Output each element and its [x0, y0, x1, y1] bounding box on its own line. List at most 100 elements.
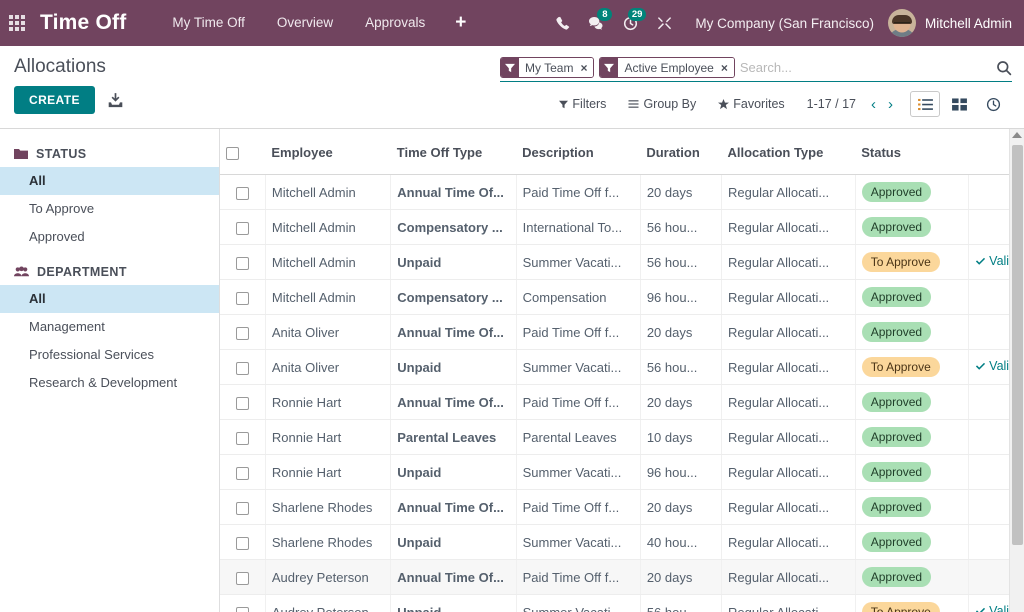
cell-employee: Ronnie Hart	[265, 420, 390, 455]
messages-badge: 8	[597, 8, 612, 21]
column-header-description[interactable]: Description	[516, 129, 640, 175]
cell-employee: Ronnie Hart	[265, 455, 390, 490]
apps-grid-icon[interactable]	[0, 0, 34, 46]
filters-dropdown[interactable]: Filters	[559, 97, 606, 111]
search-bar[interactable]: My Team × Active Employee ×	[500, 56, 1012, 82]
phone-icon[interactable]	[545, 0, 579, 46]
kanban-view-icon[interactable]	[944, 91, 974, 117]
sidebar-item-status-to-approve[interactable]: To Approve	[0, 195, 219, 223]
group-by-dropdown[interactable]: Group By	[628, 97, 696, 111]
status-badge: To Approve	[862, 602, 940, 612]
select-all-checkbox[interactable]	[226, 147, 239, 160]
vertical-scrollbar[interactable]	[1009, 129, 1024, 612]
avatar	[888, 9, 916, 37]
menu-item-approvals[interactable]: Approvals	[349, 0, 441, 46]
sidebar-item-department-research-development[interactable]: Research & Development	[0, 369, 219, 397]
table-row[interactable]: Ronnie HartAnnual Time Of...Paid Time Of…	[220, 385, 1024, 420]
row-checkbox[interactable]	[236, 502, 249, 515]
facet-remove-icon[interactable]: ×	[719, 58, 734, 77]
sidebar-item-department-management[interactable]: Management	[0, 313, 219, 341]
row-checkbox[interactable]	[236, 362, 249, 375]
scrollbar-thumb[interactable]	[1012, 145, 1023, 545]
import-icon[interactable]	[107, 92, 124, 109]
sidebar-item-status-approved[interactable]: Approved	[0, 223, 219, 251]
cell-allocation-type: Regular Allocati...	[722, 525, 856, 560]
row-checkbox[interactable]	[236, 607, 249, 612]
sidebar-item-department-professional-services[interactable]: Professional Services	[0, 341, 219, 369]
row-select-cell	[220, 595, 265, 612]
facet-remove-icon[interactable]: ×	[578, 58, 593, 77]
row-checkbox[interactable]	[236, 222, 249, 235]
messages-icon[interactable]: 8	[579, 0, 613, 46]
status-badge: Approved	[862, 462, 931, 482]
group-by-label: Group By	[643, 97, 696, 111]
table-row[interactable]: Mitchell AdminCompensatory ...Compensati…	[220, 280, 1024, 315]
row-checkbox[interactable]	[236, 572, 249, 585]
cell-status: To Approve	[855, 245, 968, 280]
app-brand-title: Time Off	[40, 11, 126, 35]
row-checkbox[interactable]	[236, 327, 249, 340]
row-checkbox[interactable]	[236, 432, 249, 445]
table-row[interactable]: Audrey PetersonUnpaidSummer Vacati...56 …	[220, 595, 1024, 612]
column-header-time-off-type[interactable]: Time Off Type	[391, 129, 516, 175]
cell-employee: Mitchell Admin	[265, 280, 390, 315]
menu-item-new-icon[interactable]: +	[441, 0, 480, 46]
table-row[interactable]: Ronnie HartUnpaidSummer Vacati...96 hou.…	[220, 455, 1024, 490]
user-menu[interactable]: Mitchell Admin	[888, 9, 1012, 37]
activities-icon[interactable]: 29	[613, 0, 647, 46]
cell-status: Approved	[855, 420, 968, 455]
facet-my-team[interactable]: My Team ×	[500, 57, 594, 78]
cell-time-off-type: Unpaid	[391, 455, 516, 490]
table-row[interactable]: Audrey PetersonAnnual Time Of...Paid Tim…	[220, 560, 1024, 595]
content-area: STATUS All To Approve Approved DEPARTMEN…	[0, 129, 1024, 612]
table-row[interactable]: Ronnie HartParental LeavesParental Leave…	[220, 420, 1024, 455]
row-select-cell	[220, 315, 265, 350]
cell-time-off-type: Annual Time Of...	[391, 490, 516, 525]
column-header-employee[interactable]: Employee	[265, 129, 390, 175]
row-checkbox[interactable]	[236, 467, 249, 480]
scroll-up-arrow-icon[interactable]	[1012, 132, 1022, 138]
row-checkbox[interactable]	[236, 187, 249, 200]
status-badge: Approved	[862, 532, 931, 552]
sidebar-section-department: DEPARTMENT	[0, 259, 219, 285]
create-button[interactable]: CREATE	[14, 86, 95, 114]
pager-previous-button[interactable]: ‹	[865, 96, 882, 113]
row-checkbox[interactable]	[236, 397, 249, 410]
menu-item-overview[interactable]: Overview	[261, 0, 349, 46]
sidebar-item-status-all[interactable]: All	[0, 167, 219, 195]
cell-status: Approved	[855, 385, 968, 420]
favorites-dropdown[interactable]: Favorites	[718, 97, 784, 111]
control-panel: Allocations CREATE My Team ×	[0, 46, 1024, 129]
cell-employee: Anita Oliver	[265, 315, 390, 350]
table-row[interactable]: Anita OliverAnnual Time Of...Paid Time O…	[220, 315, 1024, 350]
sidebar-item-department-all[interactable]: All	[0, 285, 219, 313]
row-select-cell	[220, 455, 265, 490]
facet-active-employee[interactable]: Active Employee ×	[599, 57, 734, 78]
cell-allocation-type: Regular Allocati...	[722, 175, 856, 210]
table-row[interactable]: Mitchell AdminCompensatory ...Internatio…	[220, 210, 1024, 245]
list-view-icon[interactable]	[910, 91, 940, 117]
menu-item-my-time-off[interactable]: My Time Off	[156, 0, 261, 46]
table-row[interactable]: Sharlene RhodesUnpaidSummer Vacati...40 …	[220, 525, 1024, 560]
table-row[interactable]: Anita OliverUnpaidSummer Vacati...56 hou…	[220, 350, 1024, 385]
cell-duration: 56 hou...	[640, 595, 721, 612]
pager-next-button[interactable]: ›	[882, 96, 899, 113]
column-header-duration[interactable]: Duration	[640, 129, 721, 175]
row-checkbox[interactable]	[236, 257, 249, 270]
activity-view-icon[interactable]	[978, 91, 1008, 117]
cell-employee: Audrey Peterson	[265, 560, 390, 595]
search-input[interactable]	[740, 58, 990, 78]
row-checkbox[interactable]	[236, 292, 249, 305]
column-header-status[interactable]: Status	[855, 129, 968, 175]
table-row[interactable]: Mitchell AdminAnnual Time Of...Paid Time…	[220, 175, 1024, 210]
company-switcher[interactable]: My Company (San Francisco)	[695, 16, 874, 31]
search-icon[interactable]	[990, 60, 1012, 76]
cell-description: Parental Leaves	[516, 420, 640, 455]
cell-allocation-type: Regular Allocati...	[722, 210, 856, 245]
tools-icon[interactable]	[647, 0, 681, 46]
row-checkbox[interactable]	[236, 537, 249, 550]
cell-allocation-type: Regular Allocati...	[722, 315, 856, 350]
column-header-allocation-type[interactable]: Allocation Type	[722, 129, 856, 175]
table-row[interactable]: Sharlene RhodesAnnual Time Of...Paid Tim…	[220, 490, 1024, 525]
table-row[interactable]: Mitchell AdminUnpaidSummer Vacati...56 h…	[220, 245, 1024, 280]
